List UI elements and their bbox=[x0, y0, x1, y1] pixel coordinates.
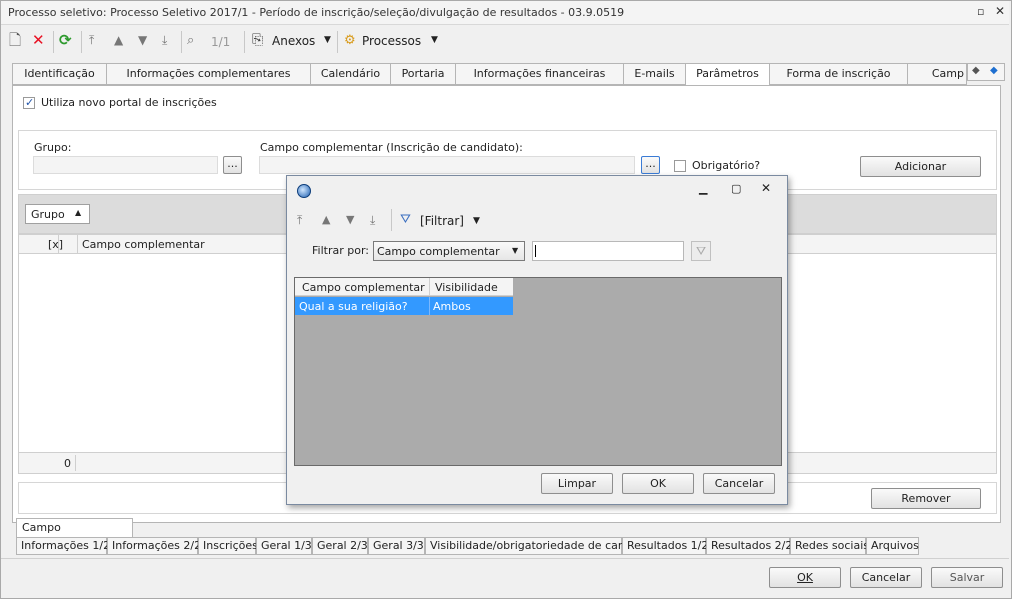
btab-arquivos[interactable]: Arquivos bbox=[866, 537, 919, 555]
col-check-header[interactable]: [x] bbox=[48, 238, 63, 251]
binoculars-icon[interactable]: ⌕ bbox=[187, 33, 194, 48]
tab-portaria[interactable]: Portaria bbox=[390, 63, 456, 85]
scroll-right-icon[interactable]: ◆ bbox=[990, 65, 998, 76]
apply-filter-button[interactable]: ⛛ bbox=[691, 241, 711, 261]
tab-campo-complementar[interactable]: Campo complementar bbox=[16, 518, 133, 552]
col-visibilidade[interactable]: Visibilidade bbox=[435, 281, 498, 294]
results-header: Campo complementar Visibilidade bbox=[295, 278, 513, 296]
tab-scroll-buttons: ◆ ◆ bbox=[967, 63, 1005, 81]
campo-lookup-button[interactable]: ... bbox=[641, 156, 660, 174]
dialog-ok-button[interactable]: OK bbox=[622, 473, 694, 494]
btab-informacoes-1[interactable]: Informações 1/2 bbox=[16, 537, 110, 555]
dialog-title-bar: ▁ ▢ ✕ bbox=[287, 176, 787, 204]
filter-field-select[interactable]: Campo complementar ▼ bbox=[373, 241, 525, 261]
lookup-dialog: ▁ ▢ ✕ ⤒ ▲ ▼ ⤓ ⛛ [Filtrar] ▼ Filtrar por:… bbox=[286, 175, 788, 505]
tab-campos-truncated[interactable]: Camp bbox=[907, 63, 967, 85]
adicionar-button[interactable]: Adicionar bbox=[860, 156, 981, 177]
limpar-button[interactable]: Limpar bbox=[541, 473, 613, 494]
first-record-icon[interactable]: ⤒ bbox=[89, 33, 94, 48]
filtrar-dropdown-icon[interactable]: ▼ bbox=[473, 216, 480, 226]
window-title: Processo seletivo: Processo Seletivo 201… bbox=[8, 6, 625, 19]
processes-icon: ⚙ bbox=[344, 33, 356, 48]
btab-geral-3[interactable]: Geral 3/3 bbox=[368, 537, 425, 555]
filtrar-por-label: Filtrar por: bbox=[312, 244, 369, 257]
btab-geral-1[interactable]: Geral 1/3 bbox=[256, 537, 312, 555]
tab-parametros[interactable]: Parâmetros bbox=[685, 63, 770, 86]
salvar-button[interactable]: Salvar bbox=[931, 567, 1003, 588]
dialog-maximize-icon[interactable]: ▢ bbox=[731, 182, 741, 195]
btab-redes-sociais[interactable]: Redes sociais bbox=[790, 537, 869, 555]
row-visibilidade: Ambos bbox=[433, 300, 471, 313]
col-campo-header[interactable]: Campo complementar bbox=[82, 238, 205, 251]
footer-count: 0 bbox=[64, 457, 71, 470]
row-campo: Qual a sua religião? bbox=[299, 300, 408, 313]
close-window-icon[interactable]: ✕ bbox=[995, 4, 1005, 18]
grupo-chip[interactable]: Grupo ▲ bbox=[25, 204, 90, 224]
select-chevron-icon: ▼ bbox=[512, 246, 519, 255]
remover-button[interactable]: Remover bbox=[871, 488, 981, 509]
btab-geral-2[interactable]: Geral 2/3 bbox=[312, 537, 368, 555]
grupo-chip-label: Grupo bbox=[31, 208, 65, 221]
paperclip-icon: ⎘ bbox=[252, 32, 264, 48]
tab-calendario[interactable]: Calendário bbox=[310, 63, 391, 85]
next-record-icon[interactable]: ▼ bbox=[138, 33, 147, 48]
obrigatorio-label: Obrigatório? bbox=[692, 159, 761, 172]
filter-field-value: Campo complementar bbox=[377, 245, 500, 258]
sort-asc-icon: ▲ bbox=[75, 208, 82, 217]
dialog-first-icon[interactable]: ⤒ bbox=[297, 213, 302, 228]
dialog-next-icon[interactable]: ▼ bbox=[346, 213, 354, 226]
checkmark-icon: ✓ bbox=[25, 96, 35, 109]
toolbar: 🗋 ✕ ⟳ ⤒ ▲ ▼ ⤓ ⌕ 1/1 ⎘ Anexos ▼ ⚙ Process… bbox=[1, 26, 1009, 58]
app-logo-icon bbox=[297, 184, 311, 198]
btab-informacoes-2[interactable]: Informações 2/2 bbox=[107, 537, 201, 555]
portal-checkbox-label: Utiliza novo portal de inscrições bbox=[41, 96, 217, 109]
previous-record-icon[interactable]: ▲ bbox=[114, 33, 123, 48]
ok-button[interactable]: OK bbox=[769, 567, 841, 588]
anexos-dropdown-icon[interactable]: ▼ bbox=[324, 35, 331, 45]
table-row[interactable]: Qual a sua religião? Ambos bbox=[295, 297, 513, 315]
grupo-field[interactable] bbox=[33, 156, 218, 174]
refresh-icon[interactable]: ⟳ bbox=[59, 33, 72, 48]
tab-forma-de-inscricao[interactable]: Forma de inscrição bbox=[769, 63, 908, 85]
campo-label: Campo complementar (Inscrição de candida… bbox=[260, 141, 523, 154]
tab-informacoes-financeiras[interactable]: Informações financeiras bbox=[455, 63, 624, 85]
btab-inscricoes[interactable]: Inscrições bbox=[198, 537, 258, 555]
scroll-left-icon[interactable]: ◆ bbox=[972, 65, 980, 76]
dialog-previous-icon[interactable]: ▲ bbox=[322, 213, 330, 226]
processos-menu[interactable]: Processos bbox=[362, 34, 421, 48]
grupo-label: Grupo: bbox=[34, 141, 72, 154]
grupo-lookup-button[interactable]: ... bbox=[223, 156, 242, 174]
obrigatorio-checkbox[interactable] bbox=[674, 160, 686, 172]
filter-search-input[interactable] bbox=[532, 241, 684, 261]
btab-resultados-1[interactable]: Resultados 1/2 bbox=[622, 537, 708, 555]
cancelar-button[interactable]: Cancelar bbox=[850, 567, 922, 588]
dialog-last-icon[interactable]: ⤓ bbox=[370, 213, 375, 228]
filtrar-menu[interactable]: [Filtrar] bbox=[420, 214, 464, 228]
filter-apply-icon: ⛛ bbox=[696, 244, 707, 258]
campo-field[interactable] bbox=[259, 156, 635, 174]
record-counter: 1/1 bbox=[211, 35, 231, 49]
dialog-cancelar-button[interactable]: Cancelar bbox=[703, 473, 775, 494]
results-grid: Campo complementar Visibilidade Qual a s… bbox=[294, 277, 782, 466]
tab-informacoes-complementares[interactable]: Informações complementares bbox=[106, 63, 311, 85]
restore-icon[interactable]: ▫ bbox=[977, 5, 984, 18]
processos-dropdown-icon[interactable]: ▼ bbox=[431, 35, 438, 45]
btab-resultados-2[interactable]: Resultados 2/2 bbox=[706, 537, 792, 555]
tab-identificacao[interactable]: Identificação bbox=[12, 63, 107, 85]
portal-checkbox[interactable]: ✓ bbox=[23, 96, 35, 109]
col-campo-complementar[interactable]: Campo complementar bbox=[302, 281, 425, 294]
anexos-menu[interactable]: Anexos bbox=[272, 34, 315, 48]
new-record-icon[interactable]: 🗋 bbox=[9, 33, 21, 48]
dialog-minimize-icon[interactable]: ▁ bbox=[699, 182, 707, 195]
text-cursor bbox=[535, 245, 536, 257]
btab-visibilidade[interactable]: Visibilidade/obrigatoriedade de campos bbox=[425, 537, 648, 555]
dialog-close-icon[interactable]: ✕ bbox=[761, 181, 771, 195]
delete-icon[interactable]: ✕ bbox=[32, 33, 45, 48]
last-record-icon[interactable]: ⤓ bbox=[162, 33, 167, 48]
filter-funnel-icon: ⛛ bbox=[400, 212, 411, 227]
tab-emails[interactable]: E-mails bbox=[623, 63, 686, 85]
title-bar: Processo seletivo: Processo Seletivo 201… bbox=[1, 1, 1009, 25]
